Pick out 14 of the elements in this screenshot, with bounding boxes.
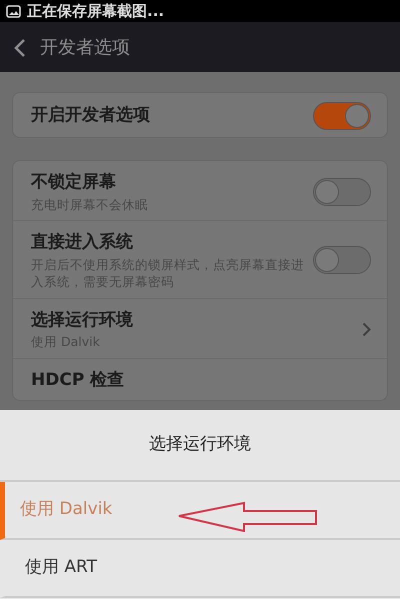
toggle-switch[interactable]: [313, 246, 371, 274]
setting-title: 不锁定屏幕: [31, 171, 117, 194]
chevron-icon: [362, 322, 371, 336]
page-title: 开发者选项: [40, 36, 130, 60]
setting-title: 开启开发者选项: [31, 104, 151, 128]
status-text: 正在保存屏幕截图...: [27, 0, 164, 22]
toggle-switch[interactable]: [313, 102, 371, 130]
image-icon: [6, 4, 21, 18]
setting-title: 直接进入系统: [31, 231, 134, 254]
option-item[interactable]: 使用 ART: [0, 540, 400, 598]
toggle-switch[interactable]: [313, 178, 371, 206]
setting-title: HDCP 检查: [31, 368, 126, 392]
dialog-title: 选择运行环境: [0, 410, 400, 482]
setting-title: 选择运行环境: [31, 308, 134, 332]
